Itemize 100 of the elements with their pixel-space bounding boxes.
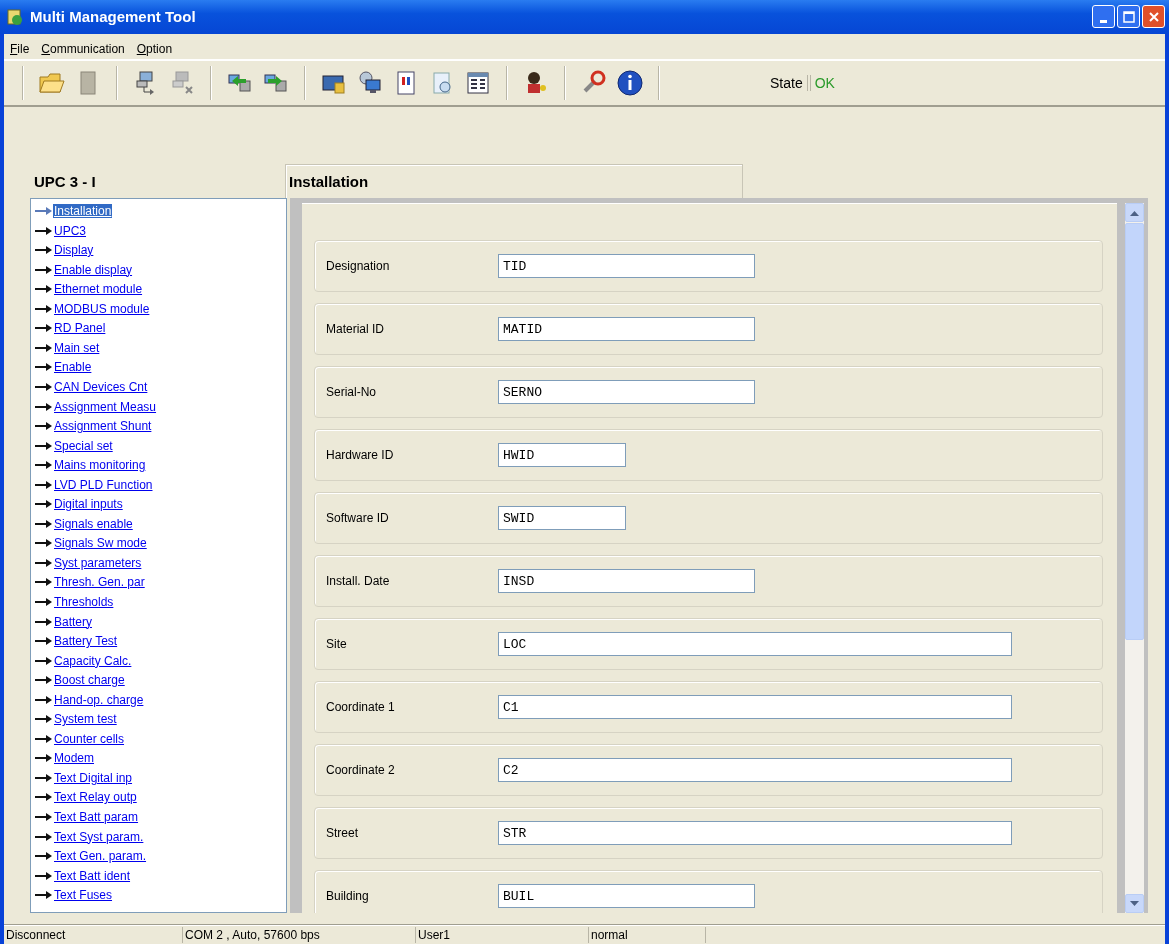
tree-link[interactable]: Main set xyxy=(53,340,101,355)
up-arrow-icon xyxy=(1130,209,1139,216)
tree-link[interactable]: Text Fuses xyxy=(53,888,114,903)
minimize-icon xyxy=(1100,19,1107,23)
window-title: Multi Management Tool xyxy=(30,8,197,26)
tree-link[interactable]: Enable display xyxy=(53,262,134,277)
tree-link[interactable]: Special set xyxy=(53,438,114,453)
status-text: User1 xyxy=(416,927,589,944)
arrow-icon xyxy=(34,812,53,822)
field-label: Site xyxy=(326,637,348,652)
field-label: Designation xyxy=(326,259,391,274)
input-field[interactable]: MATID xyxy=(498,317,755,342)
arrow-icon xyxy=(34,323,53,334)
arrow-icon xyxy=(34,851,53,862)
input-field[interactable]: INSD xyxy=(498,569,755,594)
tree-link[interactable]: Text Relay outp xyxy=(53,790,138,805)
input-field[interactable]: TID xyxy=(498,254,755,279)
arrow-icon xyxy=(34,714,53,725)
arrow-icon xyxy=(34,733,53,744)
arrow-icon xyxy=(34,655,53,666)
tree-link[interactable]: System test xyxy=(53,712,118,727)
tree-link[interactable]: Hand-op. charge xyxy=(53,692,145,707)
arrow-icon xyxy=(34,772,53,783)
input-field[interactable]: STR xyxy=(498,821,1012,846)
tree-link[interactable]: Capacity Calc. xyxy=(53,653,133,668)
tree-link[interactable]: Text Batt param xyxy=(53,810,140,824)
field-label: Coordinate 1 xyxy=(326,700,396,715)
close-icon xyxy=(1147,10,1160,23)
tree-link[interactable]: Enable xyxy=(53,360,93,375)
arrow-icon xyxy=(34,792,53,803)
tree-link[interactable]: LVD PLD Function xyxy=(53,477,154,492)
tree-link[interactable]: UPC3 xyxy=(53,223,87,238)
arrow-icon xyxy=(34,616,53,627)
arrow-icon xyxy=(34,284,53,295)
arrow-icon xyxy=(34,479,53,490)
scroll-thumb[interactable] xyxy=(1125,223,1144,641)
tree-link[interactable]: Text Gen. param. xyxy=(53,849,148,864)
tree-link[interactable]: Mains monitoring xyxy=(53,458,147,473)
tree-link[interactable]: Battery Test xyxy=(53,634,119,649)
arrow-icon xyxy=(34,636,53,647)
tree-link[interactable]: Assignment Measu xyxy=(53,399,158,414)
tree-link[interactable]: Modem xyxy=(53,751,95,766)
tree-link[interactable]: Text Batt ident xyxy=(53,868,132,883)
tree-link[interactable]: Thresh. Gen. par xyxy=(53,575,146,590)
tree-link[interactable]: Installation xyxy=(53,204,113,219)
arrow-icon xyxy=(34,890,53,901)
state-label: State xyxy=(770,75,808,92)
input-field[interactable]: C1 xyxy=(498,695,1012,720)
arrow-icon xyxy=(34,753,53,764)
arrow-icon xyxy=(34,264,53,275)
field-label: Building xyxy=(326,889,370,904)
arrow-icon xyxy=(34,577,53,588)
scrollbar[interactable] xyxy=(1125,203,1144,914)
field-label: Material ID xyxy=(326,322,385,337)
tree-link[interactable]: Ethernet module xyxy=(53,282,144,297)
maximize-icon xyxy=(1122,10,1135,23)
tree-link[interactable]: Boost charge xyxy=(53,673,126,688)
tree-link[interactable]: Text Digital inp xyxy=(53,770,134,785)
input-field[interactable]: LOC xyxy=(498,632,1012,657)
maximize-button[interactable] xyxy=(1117,5,1140,29)
minimize-button[interactable] xyxy=(1092,5,1115,29)
arrow-icon xyxy=(34,538,53,549)
menu-item[interactable]: File xyxy=(10,41,30,56)
tree-link[interactable]: Signals enable xyxy=(53,516,134,531)
field-label: Street xyxy=(326,826,359,841)
input-field[interactable]: SERNO xyxy=(498,380,755,405)
tree-link[interactable]: Syst parameters xyxy=(53,555,143,570)
tree-link[interactable]: Display xyxy=(53,243,95,258)
arrow-icon xyxy=(34,381,53,392)
arrow-icon xyxy=(34,401,53,412)
info-icon[interactable] xyxy=(616,69,644,98)
close-button[interactable] xyxy=(1142,5,1165,29)
tree-link[interactable]: Digital inputs xyxy=(53,497,124,512)
arrow-icon xyxy=(34,206,53,217)
status-text: Disconnect xyxy=(4,927,183,944)
tree-link[interactable]: RD Panel xyxy=(53,321,107,336)
arrow-icon xyxy=(34,831,53,842)
input-field[interactable]: BUIL xyxy=(498,884,755,909)
tree-link[interactable]: Assignment Shunt xyxy=(53,419,153,434)
input-field[interactable]: C2 xyxy=(498,758,1012,783)
arrow-icon xyxy=(34,557,53,568)
arrow-icon xyxy=(34,518,53,529)
field-label: Software ID xyxy=(326,511,390,526)
input-field[interactable]: HWID xyxy=(498,443,626,468)
tree-link[interactable]: Thresholds xyxy=(53,594,115,609)
tree-link[interactable]: Text Syst param. xyxy=(53,829,145,844)
field-label: Serial-No xyxy=(326,385,377,400)
tree-link[interactable]: Counter cells xyxy=(53,731,126,746)
arrow-icon xyxy=(34,362,53,373)
arrow-icon xyxy=(34,870,53,881)
tree-link[interactable]: Battery xyxy=(53,614,93,629)
field-label: Coordinate 2 xyxy=(326,763,396,778)
down-arrow-icon xyxy=(1130,900,1139,907)
tree-link[interactable]: Signals Sw mode xyxy=(53,536,148,551)
arrow-icon xyxy=(34,499,53,510)
menu-item[interactable]: Option xyxy=(136,41,173,56)
menu-item[interactable]: Communication xyxy=(41,41,125,56)
input-field[interactable]: SWID xyxy=(498,506,626,531)
tree-link[interactable]: MODBUS module xyxy=(53,301,151,316)
tree-link[interactable]: CAN Devices Cnt xyxy=(53,379,149,394)
